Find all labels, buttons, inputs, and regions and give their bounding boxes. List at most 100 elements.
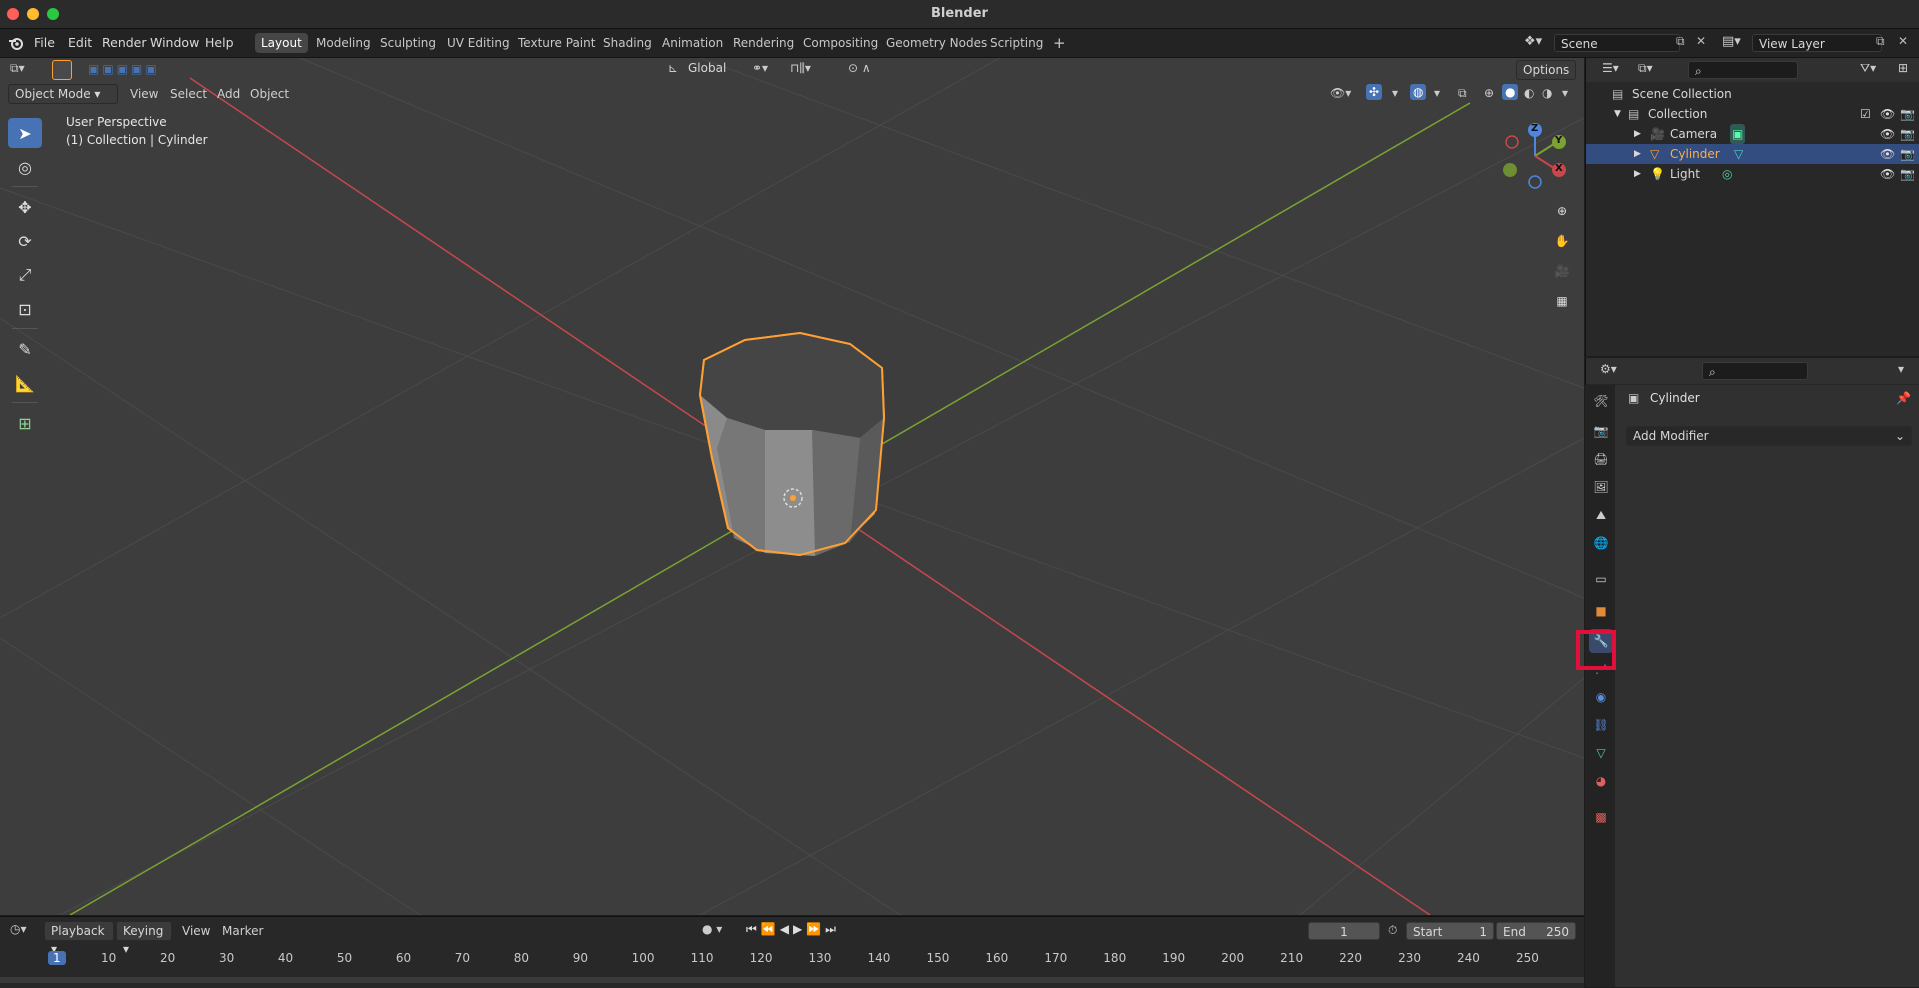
snap-icon[interactable]: ⊓⫼▾ xyxy=(790,61,811,76)
tab-scene[interactable]: ⛰ xyxy=(1589,503,1613,527)
outliner-row-scene-collection[interactable]: ▤ Scene Collection xyxy=(1586,84,1919,104)
menu-object[interactable]: Object xyxy=(250,87,289,101)
shading-dropdown-icon[interactable]: ▾ xyxy=(1562,86,1568,100)
visibility-eye-icon[interactable]: 👁 xyxy=(1880,124,1895,144)
toggle-perspective-button[interactable]: ▦ xyxy=(1549,288,1575,314)
tab-scripting[interactable]: Scripting xyxy=(984,33,1049,53)
delete-scene-icon[interactable]: ✕ xyxy=(1696,34,1706,48)
overlays-dropdown-icon[interactable]: ▾ xyxy=(1434,86,1440,100)
outliner-search-field[interactable]: ⌕ xyxy=(1688,61,1798,79)
menu-render[interactable]: Render xyxy=(102,35,147,50)
collapse-arrow-icon[interactable]: ▼ xyxy=(1614,104,1621,124)
display-mode-icon[interactable]: ⧉▾ xyxy=(1638,61,1653,76)
start-frame-field[interactable]: Start 1 xyxy=(1406,922,1494,940)
add-workspace-icon[interactable]: + xyxy=(1047,33,1072,53)
outliner-row-light[interactable]: ▶ 💡 Light ◎ 👁 📷 xyxy=(1586,164,1919,184)
scene-selector-icon[interactable]: ❖▾ xyxy=(1524,34,1542,49)
tab-layout[interactable]: Layout xyxy=(255,33,308,53)
camera-data-icon[interactable]: ▣ xyxy=(1730,124,1746,144)
render-camera-icon[interactable]: 📷 xyxy=(1900,124,1915,144)
filter-icon[interactable]: ⛛▾ xyxy=(1860,61,1876,76)
menu-help[interactable]: Help xyxy=(205,35,234,50)
cursor-tool-button[interactable]: ◎ xyxy=(8,152,42,182)
render-camera-icon[interactable]: 📷 xyxy=(1900,164,1915,184)
outliner-row-collection[interactable]: ▼ ▤ Collection ☑ 👁 📷 xyxy=(1586,104,1919,124)
properties-search-field[interactable]: ⌕ xyxy=(1702,362,1808,380)
tab-texture[interactable]: ▩ xyxy=(1589,805,1613,829)
visibility-eye-icon[interactable]: 👁 xyxy=(1880,164,1895,184)
properties-editor-type-icon[interactable]: ⚙▾ xyxy=(1600,362,1617,376)
visibility-eye-icon[interactable]: 👁 xyxy=(1880,144,1895,164)
select-tool-button[interactable]: ➤ xyxy=(8,118,42,148)
playback-dropdown[interactable]: Playback ▾ xyxy=(44,921,114,956)
pivot-point-icon[interactable]: ⚭▾ xyxy=(752,61,768,75)
tab-rendering[interactable]: Rendering xyxy=(727,33,800,53)
tab-object[interactable]: ■ xyxy=(1589,599,1613,623)
tab-output[interactable]: 🖨 xyxy=(1589,447,1613,471)
add-cube-tool-button[interactable]: ⊞ xyxy=(8,408,42,438)
tab-physics[interactable]: ◉ xyxy=(1589,685,1613,709)
duplicate-view-layer-icon[interactable]: ⧉ xyxy=(1876,34,1885,49)
menu-edit[interactable]: Edit xyxy=(68,35,92,50)
stopwatch-icon[interactable]: ⏱ xyxy=(1388,923,1397,938)
navigation-gizmo[interactable]: Z Y X xyxy=(1500,120,1570,192)
material-shading-icon[interactable]: ◐ xyxy=(1524,86,1534,100)
record-icon[interactable]: ● ▾ xyxy=(702,922,722,936)
outliner-row-camera[interactable]: ▶ 🎥 Camera ▣ 👁 📷 xyxy=(1586,124,1919,144)
zoom-view-button[interactable]: ⊕ xyxy=(1549,198,1575,224)
tab-data[interactable]: ▽ xyxy=(1589,741,1613,765)
tab-sculpting[interactable]: Sculpting xyxy=(374,33,442,53)
camera-view-button[interactable]: 🎥 xyxy=(1549,258,1575,284)
expand-arrow-icon[interactable]: ▶ xyxy=(1634,124,1641,144)
light-data-icon[interactable]: ◎ xyxy=(1722,164,1732,184)
add-modifier-dropdown[interactable]: Add Modifier ⌄ xyxy=(1626,426,1912,446)
tab-compositing[interactable]: Compositing xyxy=(797,33,884,53)
tab-render[interactable]: 📷 xyxy=(1589,419,1613,443)
menu-file[interactable]: File xyxy=(34,35,55,50)
current-frame-marker[interactable]: 1 xyxy=(48,951,66,965)
menu-window[interactable]: Window xyxy=(150,35,199,50)
timeline-scrollbar[interactable] xyxy=(0,977,1584,983)
overlays-toggle-icon[interactable]: ◍ xyxy=(1410,84,1427,100)
rotate-tool-button[interactable]: ⟳ xyxy=(8,226,42,256)
tab-uv-editing[interactable]: UV Editing xyxy=(441,33,516,53)
expand-arrow-icon[interactable]: ▶ xyxy=(1634,164,1641,184)
pin-icon[interactable]: 📌 xyxy=(1896,391,1911,405)
tab-tool[interactable]: 🛠 xyxy=(1589,389,1613,413)
view-layer-field[interactable]: View Layer xyxy=(1752,34,1882,52)
tab-view-layer[interactable]: 🖼 xyxy=(1589,475,1613,499)
outliner-row-cylinder[interactable]: ▶ ▽ Cylinder ▽ 👁 📷 xyxy=(1586,144,1919,164)
select-box-tool-icon[interactable] xyxy=(52,60,72,80)
blender-logo-icon[interactable] xyxy=(8,35,24,54)
3d-viewport[interactable] xyxy=(0,58,1584,915)
tab-geometry-nodes[interactable]: Geometry Nodes xyxy=(880,33,993,53)
object-mode-dropdown[interactable]: Object Mode ▾ xyxy=(8,84,118,104)
tab-shading[interactable]: Shading xyxy=(597,33,658,53)
end-frame-field[interactable]: End 250 xyxy=(1496,922,1576,940)
menu-add[interactable]: Add xyxy=(217,87,240,101)
rendered-shading-icon[interactable]: ◑ xyxy=(1542,86,1552,100)
scale-tool-button[interactable]: ⤢ xyxy=(8,260,42,290)
view-layer-selector-icon[interactable]: ▤▾ xyxy=(1722,34,1741,49)
new-collection-icon[interactable]: ⊞ xyxy=(1898,61,1908,75)
tab-animation[interactable]: Animation xyxy=(656,33,729,53)
tab-world[interactable]: 🌐 xyxy=(1589,531,1613,555)
outliner-editor-type-icon[interactable]: ☰▾ xyxy=(1602,61,1619,75)
selection-mode-icons[interactable]: ▣▣▣▣▣ xyxy=(88,62,160,76)
tab-texture-paint[interactable]: Texture Paint xyxy=(512,33,601,53)
proportional-editing-icon[interactable]: ⊙ ∧ xyxy=(848,61,871,75)
visibility-eye-icon[interactable]: 👁 xyxy=(1880,104,1895,124)
options-dropdown[interactable]: Options xyxy=(1516,60,1576,80)
gizmo-dropdown-icon[interactable]: ▾ xyxy=(1392,86,1398,100)
timeline-menu-marker[interactable]: Marker xyxy=(222,924,263,938)
wireframe-shading-icon[interactable]: ⊕ xyxy=(1484,86,1494,100)
visibility-filter-icon[interactable]: 👁▾ xyxy=(1330,86,1351,100)
solid-shading-icon[interactable]: ● xyxy=(1502,84,1519,100)
scene-name-field[interactable]: Scene xyxy=(1554,34,1680,52)
timeline-editor-type-icon[interactable]: ◷▾ xyxy=(10,922,27,936)
transform-orientation-dropdown[interactable]: Global xyxy=(688,61,726,75)
tab-collection[interactable]: ▭ xyxy=(1589,567,1613,591)
expand-arrow-icon[interactable]: ▶ xyxy=(1634,144,1641,164)
xray-toggle-icon[interactable]: ⧉ xyxy=(1458,86,1467,101)
mesh-data-icon[interactable]: ▽ xyxy=(1734,144,1743,164)
